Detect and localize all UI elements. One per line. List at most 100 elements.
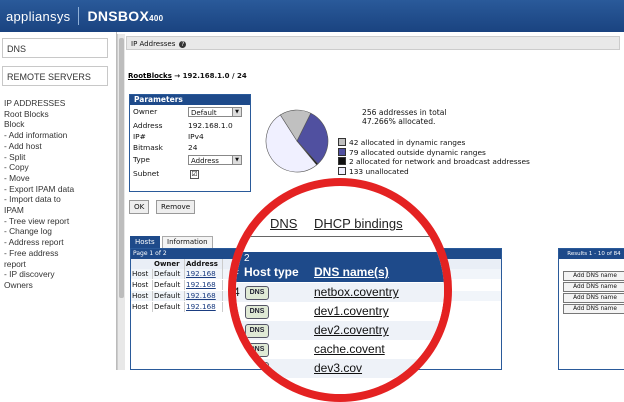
cell-address[interactable]: 192.168 <box>185 269 223 279</box>
sidebar-tree-item[interactable]: - Copy <box>4 162 112 173</box>
dns-badge-icon: DNS <box>245 305 269 319</box>
lens-dns-name-link[interactable]: dev3.cov <box>314 361 362 375</box>
ipnum-label: IP# <box>133 132 146 141</box>
add-dns-name-button[interactable]: Add DNS name <box>563 304 624 314</box>
owner-value: Default <box>191 109 217 117</box>
legend-label: 2 allocated for network and broadcast ad… <box>349 157 530 167</box>
bitmask-value: 24 <box>188 143 198 152</box>
brand-logo: appliansys DNSBOX400 <box>6 7 163 25</box>
type-value: Address <box>191 157 219 165</box>
sidebar-tree-item[interactable]: - Move <box>4 173 112 184</box>
cell-owner: Default <box>153 291 185 301</box>
remove-button[interactable]: Remove <box>156 200 196 214</box>
lens-tab-ge[interactable]: ge <box>236 216 247 231</box>
top-bar: appliansys DNSBOX400 <box>0 0 624 32</box>
lens-dns-name-link[interactable]: cache.covent <box>314 342 385 356</box>
lens-tab-dns-label: DNS <box>270 216 298 231</box>
cell-kind: Host <box>131 280 153 290</box>
add-dns-name-button[interactable]: Add DNS name <box>563 293 624 303</box>
sidebar-tree-item[interactable]: - Free address <box>4 248 112 259</box>
sidebar-tree-item[interactable]: IPAM <box>4 205 112 216</box>
cell-owner: Default <box>153 302 185 312</box>
lens-page-number: 2 <box>244 253 250 264</box>
address-value: 192.168.1.0 <box>188 121 233 130</box>
sidebar-tree-item[interactable]: Block <box>4 119 112 130</box>
magnifier-callout: ge DNS DHCP bindings 2 # Host type DNS n… <box>228 178 452 402</box>
rootblocks-link[interactable]: RootBlocks <box>128 72 172 80</box>
legend-label: 133 unallocated <box>349 166 409 176</box>
cell-address[interactable]: 192.168 <box>185 280 223 290</box>
scrollbar-thumb[interactable] <box>119 38 124 298</box>
address-label: Address <box>133 121 163 130</box>
parameters-panel: Parameters Owner Default ▼ Address 192.16… <box>129 94 251 192</box>
pie-legend: 42 allocated in dynamic ranges 79 allocat… <box>338 138 530 176</box>
sidebar-tree-item[interactable]: - Add host <box>4 141 112 152</box>
add-dns-name-button[interactable]: Add DNS name <box>563 271 624 281</box>
dns-badge-icon: DNS <box>245 324 269 338</box>
parameters-title: Parameters <box>130 95 250 105</box>
dns-badge-icon: DNS <box>245 286 269 300</box>
legend-label: 42 allocated in dynamic ranges <box>349 138 466 147</box>
lens-table-row[interactable]: DNS dev1.coventry <box>236 302 444 321</box>
lens-dns-name-link[interactable]: dev2.coventry <box>314 323 389 337</box>
lens-table-row[interactable]: DNS cache.covent <box>236 340 444 359</box>
total-addresses: 256 addresses in total <box>362 108 447 117</box>
bitmask-label: Bitmask <box>133 143 163 152</box>
owner-select[interactable]: Default ▼ <box>188 107 242 117</box>
sidebar-item-dns[interactable]: DNS <box>2 38 108 58</box>
cell-owner: Default <box>153 269 185 279</box>
column-owner[interactable]: Owner <box>153 259 185 269</box>
cell-address[interactable]: 192.168 <box>185 302 223 312</box>
lens-table-header: 2 # Host type DNS name(s) <box>236 252 444 282</box>
legend-item: 2 allocated for network and broadcast ad… <box>338 157 530 167</box>
sidebar-tree-item[interactable]: Owners <box>4 280 112 291</box>
lens-col-dns-names[interactable]: DNS name(s) <box>314 265 389 279</box>
sidebar-tree-item[interactable]: - Export IPAM data <box>4 184 112 195</box>
cell-address[interactable]: 192.168 <box>185 291 223 301</box>
chevron-down-icon: ▼ <box>232 108 241 116</box>
lens-tab-dns[interactable]: DNS <box>270 216 297 231</box>
sidebar-tree: IP ADDRESSES Root Blocks Block - Add inform… <box>4 98 112 291</box>
results-count: Results 1 - 10 of 84 <box>559 249 624 259</box>
sidebar-tree-item[interactable]: - Address report <box>4 237 112 248</box>
allocation-summary: 256 addresses in total 47.266% allocated… <box>362 108 446 126</box>
sidebar: DNS REMOTE SERVERS IP ADDRESSES Root Bloc… <box>0 32 117 370</box>
sidebar-tree-item[interactable]: - Split <box>4 152 112 163</box>
column-address[interactable]: Address <box>185 259 223 269</box>
sidebar-tree-item[interactable]: - Tree view report <box>4 216 112 227</box>
sidebar-tree-item[interactable]: Root Blocks <box>4 109 112 120</box>
sidebar-tree-item[interactable]: report <box>4 259 112 270</box>
sidebar-tree-item[interactable]: - IP discovery <box>4 269 112 280</box>
legend-swatch <box>338 166 346 175</box>
sidebar-scrollbar[interactable] <box>117 34 125 370</box>
owner-label: Owner <box>133 107 158 116</box>
cell-kind: Host <box>131 269 153 279</box>
help-icon[interactable]: ? <box>179 41 187 48</box>
subnet-checkbox[interactable]: ☑ <box>190 170 199 179</box>
lens-dns-name-link[interactable]: netbox.coventry <box>314 285 399 299</box>
product-name: DNSBOX <box>87 8 150 24</box>
sidebar-tree-item[interactable]: - Import data to <box>4 194 112 205</box>
sidebar-item-remote-servers[interactable]: REMOTE SERVERS <box>2 66 108 86</box>
type-select[interactable]: Address ▼ <box>188 155 242 165</box>
sidebar-tree-item[interactable]: - Change log <box>4 226 112 237</box>
breadcrumb: RootBlocks → 192.168.1.0 / 24 <box>128 72 247 80</box>
subnet-label: Subnet <box>133 169 160 178</box>
lens-divider <box>236 236 444 237</box>
sidebar-tree-item[interactable]: - Add information <box>4 130 112 141</box>
lens-table-row[interactable]: DNS dev3.cov <box>236 359 444 378</box>
page-title: IP Addresses <box>131 40 176 48</box>
legend-swatch <box>338 138 346 146</box>
lens-tab-dhcp-bindings[interactable]: DHCP bindings <box>314 216 403 231</box>
brand-name: appliansys <box>6 9 71 24</box>
lens-table-row[interactable]: 4 DNS netbox.coventry <box>233 283 444 302</box>
add-dns-name-button[interactable]: Add DNS name <box>563 282 624 292</box>
ok-button[interactable]: OK <box>129 200 150 214</box>
lens-dns-name-link[interactable]: dev1.coventry <box>314 304 389 318</box>
legend-swatch <box>338 157 346 166</box>
sidebar-tree-item[interactable]: IP ADDRESSES <box>4 98 112 109</box>
type-label: Type <box>133 155 150 164</box>
ipnum-value: IPv4 <box>188 132 204 141</box>
lens-table-row[interactable]: DNS dev2.coventry <box>236 321 444 340</box>
lens-row-number: 4 <box>233 285 240 299</box>
